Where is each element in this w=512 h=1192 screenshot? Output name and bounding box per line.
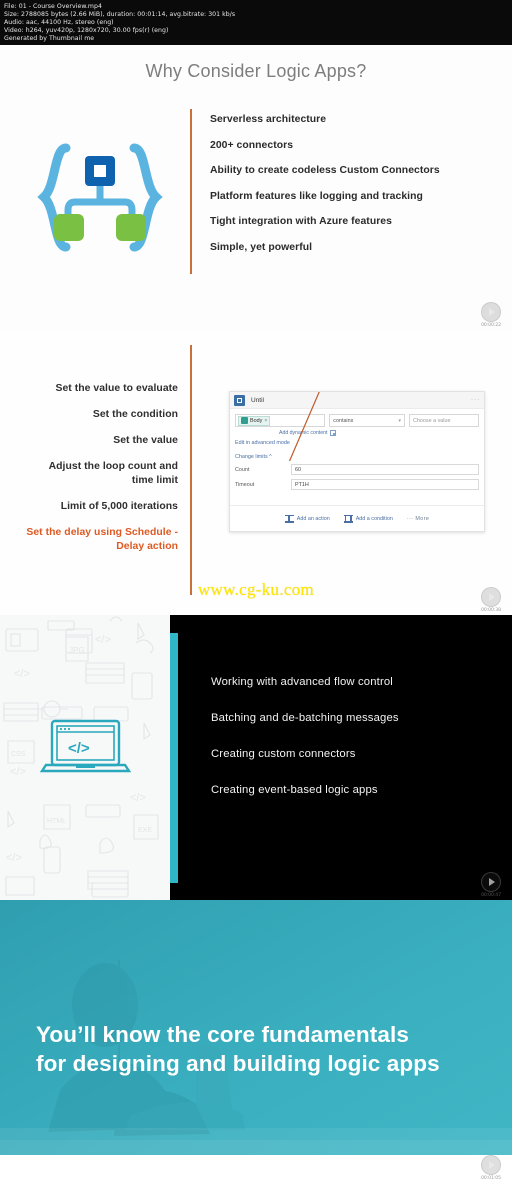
card-title: Until xyxy=(251,396,265,404)
svg-text:</>: </> xyxy=(95,634,111,646)
timestamp-label: 00:01:05 xyxy=(481,1176,501,1181)
page-title: Why Consider Logic Apps? xyxy=(145,61,367,81)
add-dynamic-content-label: Add dynamic content xyxy=(279,430,328,436)
change-limits-label: Change limits xyxy=(235,454,268,460)
list-item: Tight integration with Azure features xyxy=(210,216,392,227)
count-row: Count 60 xyxy=(235,464,479,475)
body-token[interactable]: Body × xyxy=(238,415,271,426)
svg-text:HTML: HTML xyxy=(47,818,66,825)
token-icon xyxy=(241,417,248,424)
headline-line-1: You’ll know the core fundamentals xyxy=(36,1022,409,1047)
accent-strip xyxy=(170,633,178,883)
count-label: Count xyxy=(235,466,250,473)
list-item: Set the value xyxy=(113,435,178,446)
vertical-divider xyxy=(190,109,192,274)
svg-text:EXE: EXE xyxy=(138,827,152,834)
card-header: Until ··· xyxy=(230,392,484,409)
thumbnail-slide-4[interactable]: You’ll know the core fundamentals for de… xyxy=(0,900,512,1182)
closing-headline: You’ll know the core fundamentals for de… xyxy=(36,1020,486,1078)
token-label: Body xyxy=(250,417,263,424)
until-loop-icon xyxy=(234,394,245,406)
video-metadata-header: File: 01 - Course Overview.mp4 Size: 278… xyxy=(0,0,512,45)
card-footer: Add an action Add a condition ··· More xyxy=(230,505,484,531)
list-item: Simple, yet powerful xyxy=(210,241,313,253)
play-icon[interactable] xyxy=(481,872,501,892)
timeout-row: Timeout PT1H xyxy=(235,479,479,490)
more-button[interactable]: ··· More xyxy=(407,516,429,522)
list-item-highlighted: Set the delay using Schedule - Delay act… xyxy=(26,527,178,552)
operator-select[interactable]: contains ▾ xyxy=(329,414,406,427)
list-item: Ability to create codeless Custom Connec… xyxy=(210,165,440,176)
add-dynamic-content-button[interactable]: Add dynamic content xyxy=(279,430,479,436)
svg-text:</>: </> xyxy=(68,740,90,757)
more-label: More xyxy=(415,515,430,522)
timeout-input[interactable]: PT1H xyxy=(291,479,479,490)
edit-advanced-mode-link[interactable]: Edit in advanced mode xyxy=(235,440,479,446)
thumbnail-slide-3[interactable]: </> </> </> </> </> JPG CSS HTML EXE </>… xyxy=(0,615,512,900)
meta-file: File: 01 - Course Overview.mp4 xyxy=(4,3,102,10)
list-item: 200+ connectors xyxy=(210,139,294,151)
svg-text:</>: </> xyxy=(14,668,30,680)
timestamp-label: 00:00:38 xyxy=(481,608,501,613)
chevron-down-icon: ▾ xyxy=(398,417,402,424)
meta-size: Size: 2788085 bytes (2.66 MiB), duration… xyxy=(4,11,236,19)
condition-row: Body × contains ▾ Choose a value xyxy=(235,414,479,427)
meta-audio: Audio: aac, 44100 Hz, stereo (eng) xyxy=(4,19,114,27)
thumbnail-slide-1[interactable]: Why Consider Logic Apps? Serverless arch… xyxy=(0,45,512,330)
thumbnail-badge-4[interactable]: 00:01:05 xyxy=(474,1155,508,1181)
value-input[interactable]: Choose a value xyxy=(409,414,479,427)
list-item: Set the value to evaluate xyxy=(55,383,178,394)
svg-text:JPG: JPG xyxy=(69,646,85,655)
list-item: Adjust the loop count and time limit xyxy=(48,461,178,486)
thumbnail-sheet: File: 01 - Course Overview.mp4 Size: 278… xyxy=(0,0,512,1192)
list-item: Batching and de-batching messages xyxy=(211,712,399,724)
headline-line-2: for designing and building logic apps xyxy=(36,1051,440,1076)
list-item: Limit of 5,000 iterations xyxy=(60,501,178,512)
add-action-icon xyxy=(284,514,294,523)
dynamic-content-icon xyxy=(330,430,337,436)
thumbnail-badge-3[interactable]: 00:00:47 xyxy=(474,872,508,898)
timestamp-label: 00:00:47 xyxy=(481,893,501,898)
list-item: Creating custom connectors xyxy=(211,748,356,760)
until-action-card[interactable]: Until ··· Body × contains ▾ Choose a val… xyxy=(229,391,485,532)
topics-list: Working with advanced flow control Batch… xyxy=(211,675,501,819)
meta-generator: Generated by Thumbnail me xyxy=(4,35,95,43)
timestamp-label: 00:00:22 xyxy=(481,323,501,328)
count-input[interactable]: 60 xyxy=(291,464,479,475)
list-item: Platform features like logging and track… xyxy=(210,190,423,202)
laptop-code-icon: </> xyxy=(39,719,132,773)
add-action-label: Add an action xyxy=(296,515,330,522)
add-condition-button[interactable]: Add a condition xyxy=(343,514,393,523)
footer-band xyxy=(0,1128,512,1155)
list-item: Set the condition xyxy=(92,409,178,420)
operator-value: contains xyxy=(333,417,354,424)
add-condition-icon xyxy=(343,514,353,523)
list-item: Working with advanced flow control xyxy=(211,676,393,688)
svg-text:</>: </> xyxy=(130,792,146,804)
vertical-divider xyxy=(190,345,192,595)
timeout-label: Timeout xyxy=(235,481,255,488)
list-item: Creating event-based logic apps xyxy=(211,784,378,796)
sheet-footer xyxy=(0,1155,512,1182)
svg-text:</>: </> xyxy=(6,852,22,864)
svg-text:</>: </> xyxy=(10,766,26,778)
list-item: Serverless architecture xyxy=(210,114,327,125)
close-icon[interactable]: × xyxy=(264,418,267,424)
watermark: www.cg-ku.com xyxy=(197,580,315,599)
play-icon[interactable] xyxy=(481,1155,501,1175)
logic-apps-icon xyxy=(37,143,163,252)
chevron-up-icon: ^ xyxy=(269,454,272,460)
overflow-menu-icon[interactable]: ··· xyxy=(471,397,480,403)
benefits-list: Serverless architecture 200+ connectors … xyxy=(210,113,502,266)
add-action-button[interactable]: Add an action xyxy=(284,514,330,523)
play-icon[interactable] xyxy=(481,302,501,322)
change-limits-toggle[interactable]: Change limits ^ xyxy=(235,454,479,460)
card-body: Body × contains ▾ Choose a value Add dyn… xyxy=(230,409,484,490)
until-steps-list: Set the value to evaluate Set the condit… xyxy=(0,382,178,566)
add-condition-label: Add a condition xyxy=(355,515,393,522)
thumbnail-badge-1[interactable]: 00:00:22 xyxy=(474,302,508,328)
meta-video: Video: h264, yuv420p, 1280x720, 30.00 fp… xyxy=(4,27,169,35)
left-operand-field[interactable]: Body × xyxy=(235,414,326,427)
svg-text:CSS: CSS xyxy=(11,751,26,758)
